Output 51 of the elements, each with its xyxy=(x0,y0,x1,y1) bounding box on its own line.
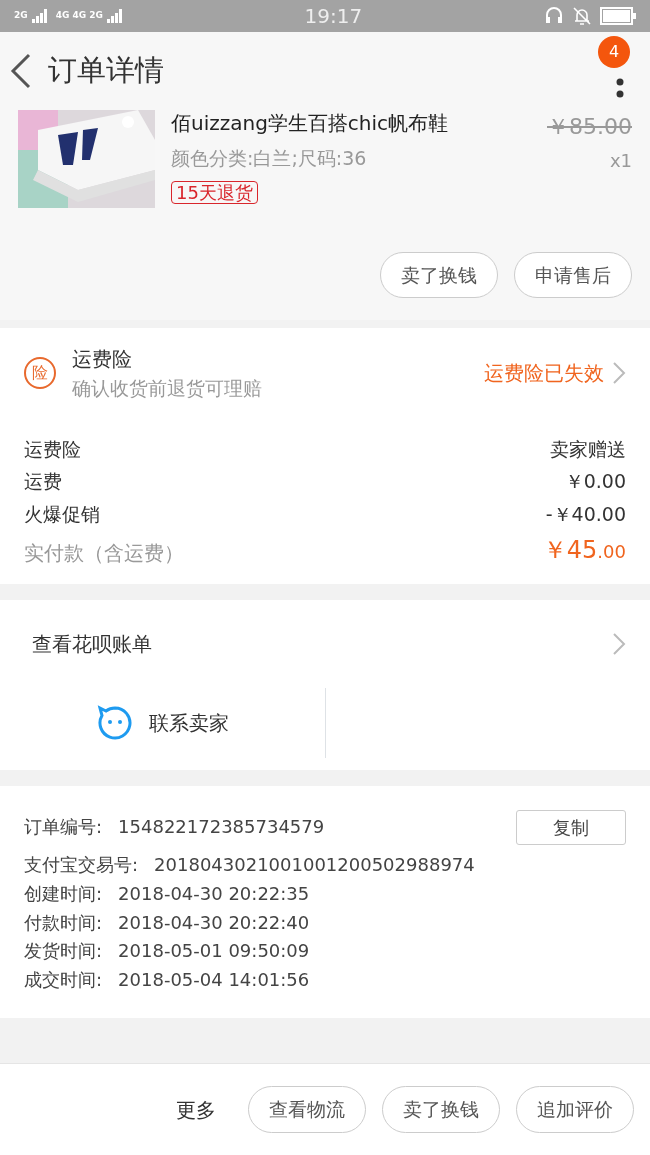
info-label: 订单编号: xyxy=(24,815,103,840)
muted-bell-icon xyxy=(572,6,592,26)
headset-icon xyxy=(544,6,564,26)
insurance-title: 运费险 xyxy=(72,346,133,373)
action-button[interactable]: 卖了换钱 xyxy=(380,251,498,298)
info-label: 创建时间: xyxy=(24,881,103,906)
page-title: 订单详情 xyxy=(48,52,164,90)
info-label: 发货时间: xyxy=(24,939,103,964)
fee-label: 实付款（含运费） xyxy=(24,540,184,567)
huabei-link[interactable]: 查看花呗账单 xyxy=(24,629,152,659)
back-icon[interactable] xyxy=(10,53,32,89)
fee-value: -￥40.00 xyxy=(545,501,626,527)
signal-icon xyxy=(31,9,48,23)
notification-badge: 4 xyxy=(598,36,630,68)
insurance-icon: 险 xyxy=(24,357,56,390)
action-button[interactable]: 追加评价 xyxy=(516,1086,634,1133)
info-label: 付款时间: xyxy=(24,910,103,935)
battery-icon xyxy=(600,7,636,25)
contact-seller-button[interactable]: 联系卖家 xyxy=(148,708,229,738)
info-label: 成交时间: xyxy=(24,968,103,993)
fee-value: ￥0.00 xyxy=(564,469,626,494)
chevron-right-icon xyxy=(612,361,626,386)
action-button[interactable]: 卖了换钱 xyxy=(382,1086,500,1133)
original-price: ￥85.00 xyxy=(547,113,632,141)
fee-value: ￥45.00 xyxy=(542,535,626,566)
fee-label: 运费险 xyxy=(24,436,81,462)
info-value: 2018-04-30 20:22:35 xyxy=(118,881,310,906)
fee-label: 运费 xyxy=(24,469,62,494)
chat-face-icon xyxy=(96,705,133,741)
chevron-right-icon xyxy=(612,632,626,656)
insurance-subtitle: 确认收货前退货可理赔 xyxy=(72,376,262,401)
return-policy-tag: 15天退货 xyxy=(171,180,258,204)
signal-icon xyxy=(106,9,123,23)
info-value: 2018-05-01 09:50:09 xyxy=(118,939,310,964)
action-button[interactable]: 申请售后 xyxy=(514,251,632,298)
info-label: 支付宝交易号: xyxy=(24,853,139,877)
network-label: 2G xyxy=(14,9,28,23)
info-value: 2018-04-30 20:22:40 xyxy=(118,910,310,935)
more-link[interactable]: 更多 xyxy=(176,1094,216,1125)
product-spec: 颜色分类:白兰;尺码:36 xyxy=(171,146,368,171)
info-value: 2018-05-04 14:01:56 xyxy=(118,968,310,993)
product-title: 佰uizzang学生百搭chic帆布鞋 xyxy=(171,110,450,136)
action-button[interactable]: 查看物流 xyxy=(248,1086,366,1133)
network-label: 4G 4G 2G xyxy=(55,9,103,23)
fee-value: 卖家赠送 xyxy=(550,436,626,462)
copy-button[interactable]: 复制 xyxy=(516,810,626,845)
quantity: x1 xyxy=(609,149,632,173)
status-time: 19:17 xyxy=(304,3,363,30)
info-value: 154822172385734579 xyxy=(118,815,325,840)
info-value: 2018043021001001200502988974 xyxy=(154,853,475,877)
fee-label: 火爆促销 xyxy=(24,501,100,527)
